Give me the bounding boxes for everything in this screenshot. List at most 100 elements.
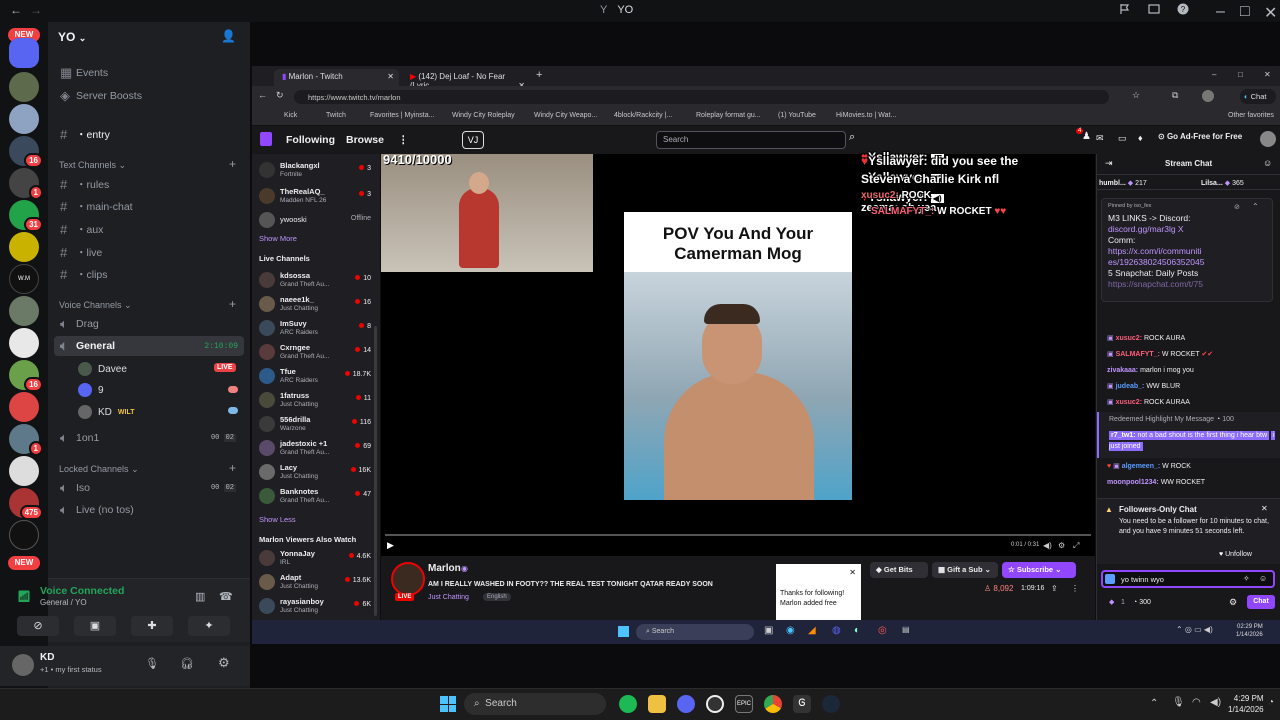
- soundboard-button[interactable]: ✦: [188, 616, 230, 636]
- users-icon[interactable]: ☺: [1263, 158, 1272, 168]
- badge-icon[interactable]: [1105, 574, 1115, 584]
- new-tab-icon[interactable]: +: [536, 69, 542, 81]
- live-channel[interactable]: rayasianboy Just Chatting 6K: [259, 596, 375, 620]
- stream-category[interactable]: Just Chatting: [428, 594, 469, 601]
- epic-games-icon[interactable]: EPIC: [735, 695, 753, 713]
- unfollow-button[interactable]: ♥ Unfollow: [1219, 551, 1252, 558]
- extensions-icon[interactable]: ⧉: [1172, 90, 1178, 101]
- category-text-channels[interactable]: Text Channels ⌄: [59, 160, 126, 171]
- server-icon[interactable]: [9, 328, 39, 358]
- app-icon[interactable]: [706, 695, 724, 713]
- server-boosts-link[interactable]: ◈ Server Boosts: [54, 86, 244, 106]
- copilot-chat-button[interactable]: ◐ Chat: [1240, 89, 1276, 104]
- bookmark[interactable]: Kick: [284, 112, 297, 119]
- voice-user-9[interactable]: 9: [78, 383, 104, 397]
- add-channel-icon[interactable]: +: [229, 461, 236, 475]
- nav-browse[interactable]: Browse: [346, 134, 384, 146]
- server-icon[interactable]: 16: [9, 360, 43, 392]
- bookmark[interactable]: HiMovies.to | Wat...: [836, 112, 896, 119]
- live-channel[interactable]: jadestoxic +1 Grand Theft Au... 69: [259, 438, 375, 462]
- server-icon[interactable]: 16: [9, 136, 43, 168]
- wifi-icon[interactable]: ◠: [1192, 697, 1201, 708]
- file-explorer-icon[interactable]: [648, 695, 666, 713]
- minimize-icon[interactable]: –: [1216, 3, 1230, 20]
- streamer-avatar[interactable]: [391, 562, 425, 596]
- chevron-up-icon[interactable]: ⌃: [1150, 698, 1158, 709]
- server-icon[interactable]: W.M: [9, 264, 39, 294]
- refresh-icon[interactable]: ↻: [276, 90, 284, 101]
- bookmark[interactable]: (1) YouTube: [778, 112, 816, 119]
- bookmark[interactable]: Roleplay format gu...: [696, 112, 761, 119]
- app-icon[interactable]: Ꮆ: [793, 695, 811, 713]
- server-icon[interactable]: 1: [9, 424, 43, 456]
- bookmark[interactable]: 4block/Rackcity |...: [614, 112, 672, 119]
- close-icon[interactable]: ✕: [849, 568, 856, 577]
- share-icon[interactable]: ⇪: [1051, 584, 1058, 593]
- maximize-icon[interactable]: □: [1238, 70, 1243, 79]
- more-menu-icon[interactable]: ⋮: [1071, 584, 1079, 593]
- microphone-icon[interactable]: 🎙︎: [145, 657, 159, 670]
- channel-entry[interactable]: # ・entry: [54, 124, 244, 144]
- live-channel[interactable]: 556drilla Warzone 116: [259, 414, 375, 438]
- screen-share-button[interactable]: ▣: [74, 616, 116, 636]
- address-input[interactable]: https://www.twitch.tv/marlon: [294, 90, 1109, 104]
- chat-input[interactable]: yo twinn wyo ✧ ☺: [1101, 570, 1275, 588]
- category-locked-channels[interactable]: Locked Channels ⌄: [59, 464, 139, 475]
- ad-free-button[interactable]: ⊙ Go Ad-Free for Free: [1158, 132, 1242, 141]
- channel-points[interactable]: ◔ 300: [1133, 599, 1151, 606]
- points-icon[interactable]: ◆: [1109, 598, 1114, 606]
- channel-aux[interactable]: # ・aux: [54, 219, 244, 239]
- add-channel-icon[interactable]: +: [229, 157, 236, 171]
- channel-live[interactable]: # ・live: [54, 242, 244, 262]
- camera-off-button[interactable]: ⊘: [17, 616, 59, 636]
- voice-user-davee[interactable]: Davee: [78, 362, 127, 376]
- tab-twitch[interactable]: ▮ Marlon - Twitch ✕: [274, 69, 399, 86]
- twitch-logo-icon[interactable]: [260, 132, 272, 146]
- bookmark[interactable]: Windy City Weapo...: [534, 112, 597, 119]
- close-tab-icon[interactable]: ✕: [387, 72, 394, 81]
- back-arrow-icon[interactable]: ←: [10, 3, 22, 17]
- voice-channel-1on1[interactable]: 🔈︎ 1on1 00 02: [54, 428, 244, 448]
- other-favorites[interactable]: Other favorites: [1228, 112, 1274, 119]
- live-channel[interactable]: Cxrngee Grand Theft Au... 14: [259, 342, 375, 366]
- avatar[interactable]: [12, 654, 34, 676]
- more-menu-icon[interactable]: ⋮: [398, 134, 409, 146]
- fullscreen-icon[interactable]: ⤢: [1073, 541, 1079, 551]
- close-icon[interactable]: ✕: [1264, 3, 1278, 22]
- volume-icon[interactable]: ◀): [1210, 697, 1221, 708]
- server-icon[interactable]: [9, 296, 39, 326]
- live-channel[interactable]: Tfue ARC Raiders 18.7K: [259, 366, 375, 390]
- get-bits-button[interactable]: ◆ Get Bits: [870, 562, 928, 578]
- live-channel[interactable]: Banknotes Grand Theft Au... 47: [259, 486, 375, 510]
- server-icon[interactable]: [9, 72, 39, 102]
- inbox-icon[interactable]: ✉: [1096, 133, 1104, 144]
- taskbar-search[interactable]: ⌕ Search: [464, 693, 606, 715]
- twitch-search-input[interactable]: Search: [656, 131, 846, 149]
- forward-arrow-icon[interactable]: →: [30, 3, 42, 17]
- close-icon[interactable]: ✕: [1264, 70, 1271, 79]
- notifications-icon[interactable]: ♟: [1082, 131, 1091, 142]
- live-channel[interactable]: YonnaJay IRL 4.6K: [259, 548, 375, 572]
- pinned-message[interactable]: Pinned by iso_fex ⊘ ⌃ M3 LINKS -> Discor…: [1101, 198, 1273, 302]
- discord-icon[interactable]: [677, 695, 695, 713]
- chrome-icon[interactable]: [764, 695, 782, 713]
- live-channel[interactable]: Lacy Just Chatting 16K: [259, 462, 375, 486]
- back-arrow-icon[interactable]: ←: [258, 90, 267, 100]
- bookmark[interactable]: Windy City Roleplay: [452, 112, 515, 119]
- voice-location[interactable]: General / YO: [40, 598, 87, 607]
- voice-channel-general[interactable]: 🔈︎ General 2:10:09: [54, 336, 244, 356]
- chevron-up-icon[interactable]: ⌃: [1252, 202, 1259, 211]
- whispers-icon[interactable]: ▭: [1118, 133, 1127, 144]
- bookmark[interactable]: Twitch: [326, 112, 346, 119]
- show-less-link[interactable]: Show Less: [259, 515, 296, 524]
- notifications-icon[interactable]: ◔: [1268, 697, 1274, 708]
- server-icon[interactable]: [9, 520, 39, 550]
- voice-channel-drag[interactable]: 🔈︎ Drag: [54, 314, 244, 334]
- nav-following[interactable]: Following: [286, 134, 335, 146]
- chat-send-button[interactable]: Chat: [1247, 595, 1275, 609]
- noise-suppression-icon[interactable]: ▥: [195, 590, 205, 603]
- user-avatar[interactable]: [1260, 131, 1276, 147]
- live-channel[interactable]: kdsossa Grand Theft Au... 10: [259, 270, 375, 294]
- channel-rules[interactable]: # ・rules: [54, 174, 244, 194]
- server-icon[interactable]: [9, 456, 39, 486]
